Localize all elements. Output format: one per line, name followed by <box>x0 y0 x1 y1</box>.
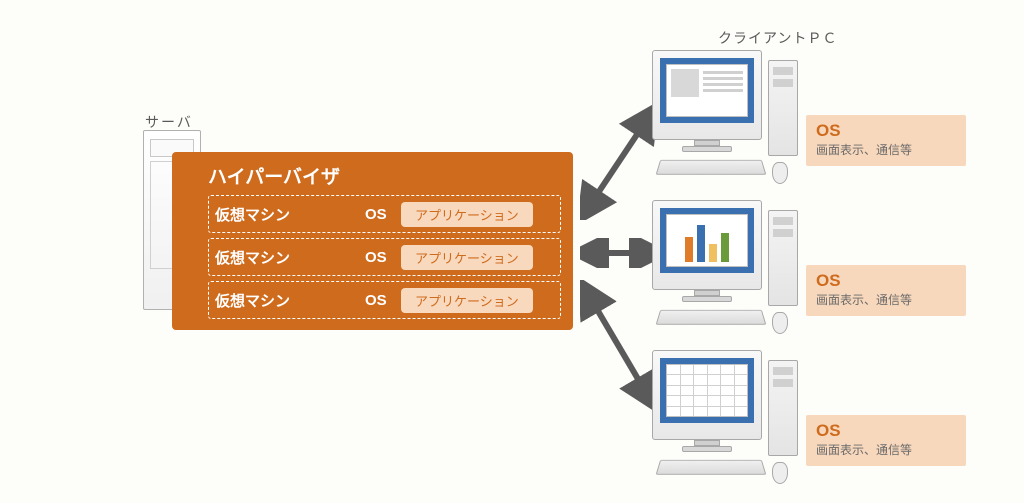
keyboard-icon <box>656 160 767 175</box>
os-card-subtitle: 画面表示、通信等 <box>816 141 956 158</box>
vm-name: 仮想マシン <box>215 247 365 268</box>
arrow-vm3-to-client3 <box>580 280 660 410</box>
os-card: OS 画面表示、通信等 <box>806 415 966 466</box>
client-pc-label: クライアントＰＣ <box>718 28 837 48</box>
vm-app-label: アプリケーション <box>401 288 533 313</box>
arrow-vm1-to-client1 <box>580 100 660 220</box>
vm-app-label: アプリケーション <box>401 202 533 227</box>
keyboard-icon <box>656 310 767 325</box>
vm-row: 仮想マシン OS アプリケーション <box>208 195 561 233</box>
os-card-subtitle: 画面表示、通信等 <box>816 291 956 308</box>
vm-name: 仮想マシン <box>215 204 365 225</box>
vm-name: 仮想マシン <box>215 290 365 311</box>
screen-spreadsheet-icon <box>666 364 748 417</box>
vm-app-label: アプリケーション <box>401 245 533 270</box>
os-card-title: OS <box>816 421 956 441</box>
vm-row: 仮想マシン OS アプリケーション <box>208 238 561 276</box>
os-card: OS 画面表示、通信等 <box>806 265 966 316</box>
server-label: サーバ <box>145 112 193 132</box>
client-pc <box>652 200 812 346</box>
vm-os-label: OS <box>365 249 401 266</box>
hypervisor-box: ハイパーバイザ 仮想マシン OS アプリケーション 仮想マシン OS アプリケー… <box>172 152 573 330</box>
pc-tower-icon <box>768 210 798 306</box>
monitor-icon <box>652 350 762 440</box>
vm-os-label: OS <box>365 206 401 223</box>
pc-tower-icon <box>768 360 798 456</box>
vm-os-label: OS <box>365 292 401 309</box>
monitor-icon <box>652 200 762 290</box>
arrow-vm2-to-client2 <box>580 238 660 268</box>
mouse-icon <box>772 312 788 334</box>
os-card-title: OS <box>816 121 956 141</box>
screen-document-icon <box>666 64 748 117</box>
os-card-subtitle: 画面表示、通信等 <box>816 441 956 458</box>
mouse-icon <box>772 162 788 184</box>
client-pc <box>652 50 812 196</box>
os-card-title: OS <box>816 271 956 291</box>
vm-row: 仮想マシン OS アプリケーション <box>208 281 561 319</box>
mouse-icon <box>772 462 788 484</box>
hypervisor-title: ハイパーバイザ <box>208 162 561 189</box>
client-pc <box>652 350 812 496</box>
pc-tower-icon <box>768 60 798 156</box>
keyboard-icon <box>656 460 767 475</box>
monitor-icon <box>652 50 762 140</box>
os-card: OS 画面表示、通信等 <box>806 115 966 166</box>
screen-chart-icon <box>666 214 748 267</box>
